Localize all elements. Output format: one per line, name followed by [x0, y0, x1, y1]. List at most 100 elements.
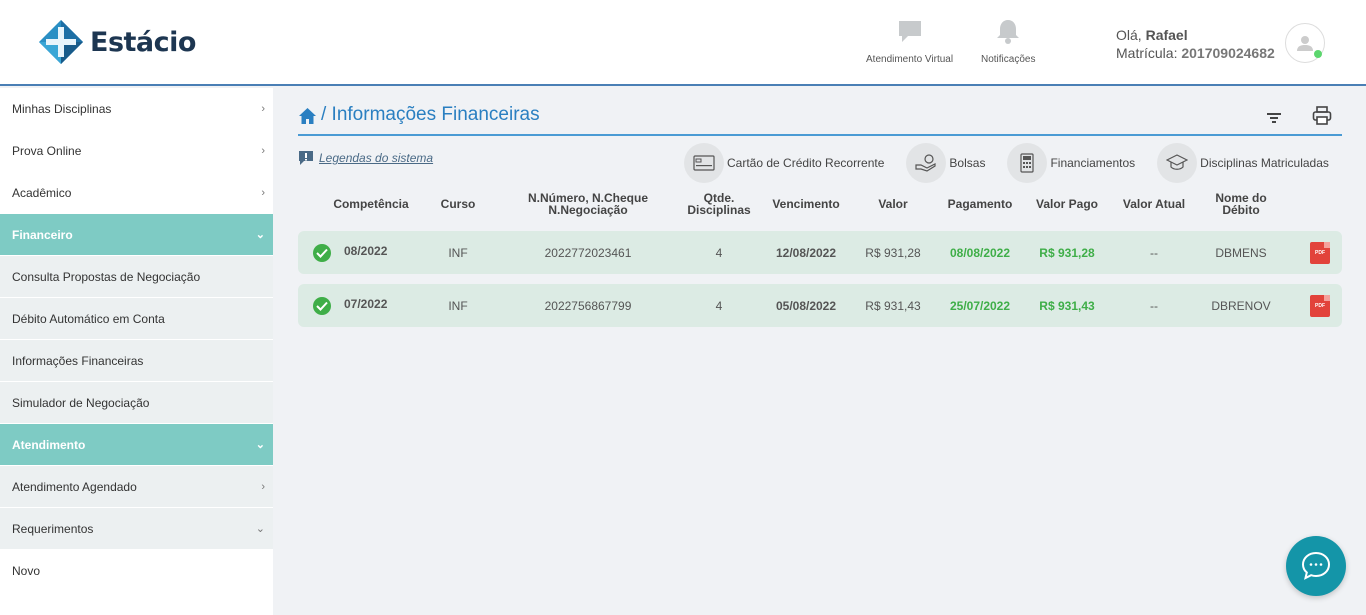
sidebar-item-2[interactable]: Acadêmico ›	[0, 172, 273, 214]
chevron-down-icon: ⌄	[255, 439, 265, 451]
chevron-right-icon: ›	[261, 102, 265, 115]
col-numero[interactable]: N.Número, N.Cheque N.Negociação	[508, 192, 668, 216]
table-row[interactable]: 08/2022 INF 2022772023461 4 12/08/2022 R$ 931…	[298, 231, 1342, 274]
col-valor-pago[interactable]: Valor Pago	[1028, 198, 1106, 210]
check-circle-icon	[313, 296, 331, 315]
chevron-down-icon: ⌄	[255, 523, 265, 535]
col-pagamento[interactable]: Pagamento	[938, 198, 1022, 210]
sidebar-item-3[interactable]: Financeiro ⌄	[0, 214, 273, 256]
matricula-value: 201709024682	[1181, 45, 1275, 61]
sidebar-item-8[interactable]: Atendimento ⌄	[0, 424, 273, 466]
cell-competencia: 08/2022	[344, 244, 388, 258]
col-qtde[interactable]: Qtde. Disciplinas	[678, 192, 760, 216]
chevron-down-icon: ⌄	[255, 229, 265, 241]
filter-financiamentos-label: Financiamentos	[1050, 156, 1136, 170]
estacio-logo[interactable]: Estácio	[38, 18, 196, 66]
cell-valor: R$ 931,43	[865, 298, 921, 313]
pdf-download-cell[interactable]: PDF	[1308, 231, 1332, 274]
cell-numero: 2022772023461	[544, 245, 632, 260]
chevron-right-icon: ›	[261, 480, 265, 493]
chat-bubble-icon	[898, 21, 921, 42]
sidebar-item-label: Débito Automático em Conta	[12, 311, 165, 326]
hand-money-icon	[915, 154, 937, 172]
sidebar-item-1[interactable]: Prova Online ›	[0, 130, 273, 172]
cell-vencimento: 05/08/2022	[775, 298, 837, 313]
virtual-assistant-label: Atendimento Virtual	[866, 54, 954, 65]
sidebar-item-label: Acadêmico	[12, 185, 72, 200]
legend-link-label: Legendas do sistema	[319, 151, 434, 165]
credit-card-icon	[693, 155, 715, 171]
sidebar-item-5[interactable]: Débito Automático em Conta	[0, 298, 273, 340]
table-row[interactable]: 07/2022 INF 2022756867799 4 05/08/2022 R$ 931…	[298, 284, 1342, 327]
sidebar-item-10[interactable]: Requerimentos ⌄	[0, 508, 273, 550]
filter-disciplinas[interactable]: Disciplinas Matriculadas	[1157, 143, 1329, 183]
home-icon[interactable]	[298, 107, 317, 125]
sidebar-item-label: Requerimentos	[12, 521, 94, 536]
col-qtde-line2: Disciplinas	[687, 203, 751, 217]
filter-disciplinas-label: Disciplinas Matriculadas	[1200, 156, 1329, 170]
col-curso[interactable]: Curso	[428, 198, 488, 210]
status-cell	[312, 284, 332, 327]
estacio-logo-mark-icon	[39, 20, 83, 64]
col-competencia[interactable]: Competência	[320, 198, 422, 210]
cell-qtde: 4	[715, 245, 723, 260]
col-nome-debito[interactable]: Nome do Débito	[1198, 192, 1284, 216]
filter-bolsas-label: Bolsas	[949, 156, 986, 170]
pdf-download-cell[interactable]: PDF	[1308, 284, 1332, 327]
col-vencimento[interactable]: Vencimento	[764, 198, 848, 210]
pdf-icon[interactable]: PDF	[1310, 241, 1330, 264]
user-silhouette-icon	[1297, 36, 1313, 51]
online-status-dot	[1314, 50, 1322, 58]
virtual-assistant-button[interactable]: Atendimento Virtual	[866, 18, 953, 65]
sidebar-item-11[interactable]: Novo	[0, 550, 273, 592]
sidebar-item-6[interactable]: Informações Financeiras	[0, 340, 273, 382]
filter-credit-card-label: Cartão de Crédito Recorrente	[727, 156, 885, 170]
alert-message-icon	[299, 151, 313, 165]
filter-financiamentos[interactable]: Financiamentos	[1007, 143, 1135, 183]
cell-pagamento: 25/07/2022	[949, 298, 1011, 313]
pdf-icon[interactable]: PDF	[1310, 294, 1330, 317]
cell-nome: DBRENOV	[1211, 298, 1271, 313]
matricula-label: Matrícula:	[1116, 45, 1182, 61]
col-nome-line2: Débito	[1222, 203, 1260, 217]
avatar[interactable]	[1285, 23, 1325, 63]
sidebar-item-4[interactable]: Consulta Propostas de Negociação	[0, 256, 273, 298]
sidebar-item-label: Novo	[12, 563, 41, 578]
sidebar-item-label: Prova Online	[12, 143, 82, 158]
chevron-right-icon: ›	[261, 186, 265, 199]
cell-qtde: 4	[715, 298, 723, 313]
filter-credit-card[interactable]: Cartão de Crédito Recorrente	[684, 143, 884, 183]
cell-valor-pago: R$ 931,28	[1039, 245, 1095, 260]
chat-icon	[1301, 551, 1331, 580]
col-valor-atual[interactable]: Valor Atual	[1114, 198, 1194, 210]
filter-bolsas[interactable]: Bolsas	[906, 143, 985, 183]
col-valor[interactable]: Valor	[858, 198, 928, 210]
title-tools	[1266, 106, 1332, 126]
sidebar-item-label: Atendimento Agendado	[12, 479, 137, 494]
cell-numero: 2022756867799	[544, 298, 632, 313]
sidebar-item-0[interactable]: Minhas Disciplinas ›	[0, 88, 273, 130]
sidebar-item-7[interactable]: Simulador de Negociação	[0, 382, 273, 424]
sidebar: Minhas Disciplinas › Prova Online › Acadêmic…	[0, 88, 273, 615]
table-header: Competência Curso N.Número, N.Cheque N.N…	[298, 188, 1342, 220]
cell-competencia: 07/2022	[344, 297, 388, 311]
graduation-cap-icon	[1166, 154, 1189, 170]
top-header: Estácio Atendimento Virtual Notificações…	[0, 0, 1366, 86]
cell-valor-pago: R$ 931,43	[1039, 298, 1095, 313]
cell-valor-atual: --	[1150, 245, 1158, 260]
calculator-icon	[1020, 153, 1035, 173]
bell-icon	[997, 20, 1020, 44]
sidebar-item-label: Consulta Propostas de Negociação	[12, 269, 201, 284]
cell-pagamento: 08/08/2022	[949, 245, 1011, 260]
chat-fab-button[interactable]	[1286, 536, 1346, 596]
sidebar-item-9[interactable]: Atendimento Agendado ›	[0, 466, 273, 508]
sidebar-item-label: Atendimento	[12, 437, 86, 452]
filter-icon[interactable]	[1266, 110, 1282, 126]
sidebar-item-label: Minhas Disciplinas	[12, 101, 112, 116]
notifications-label: Notificações	[981, 54, 1036, 65]
legend-link[interactable]: Legendas do sistema	[298, 150, 433, 166]
printer-icon[interactable]	[1312, 106, 1332, 126]
brand-name: Estácio	[90, 26, 196, 58]
check-circle-icon	[313, 243, 331, 262]
notifications-button[interactable]: Notificações	[981, 18, 1035, 65]
